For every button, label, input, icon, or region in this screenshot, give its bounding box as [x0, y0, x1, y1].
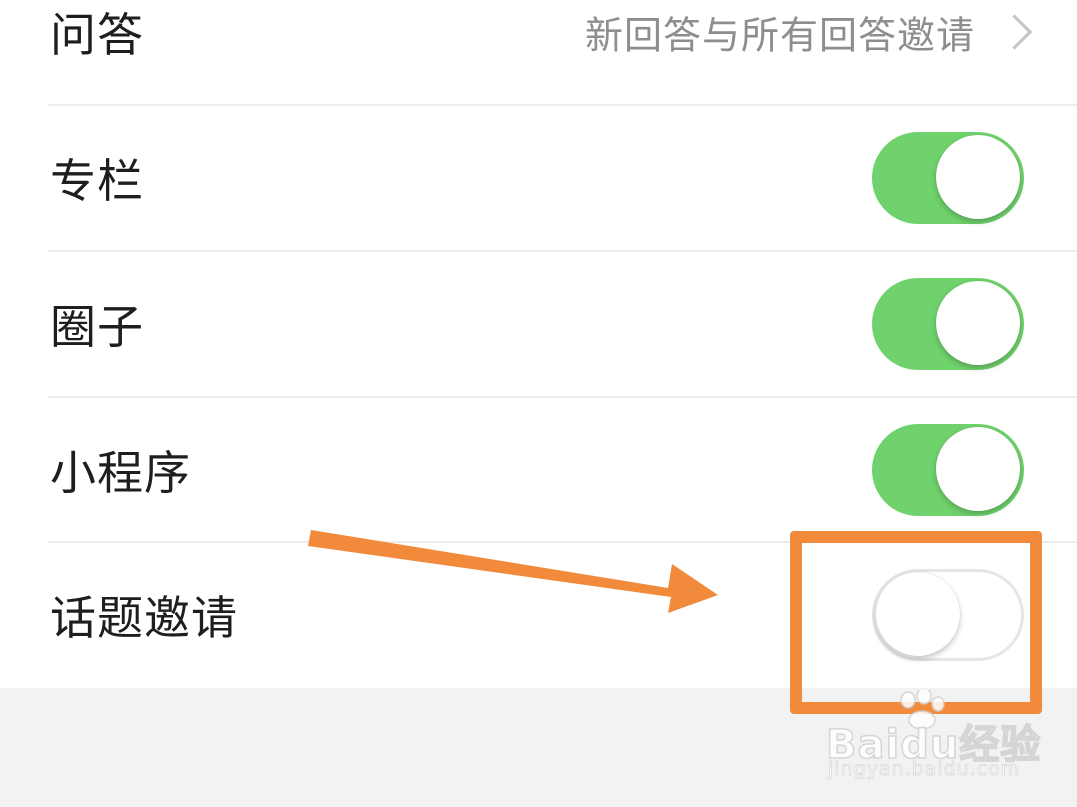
watermark: Baidu经验 jingyan.baidu.com: [825, 690, 1046, 790]
watermark-url: jingyan.baidu.com: [828, 758, 1021, 781]
annotation-highlight-box: [790, 531, 1042, 714]
